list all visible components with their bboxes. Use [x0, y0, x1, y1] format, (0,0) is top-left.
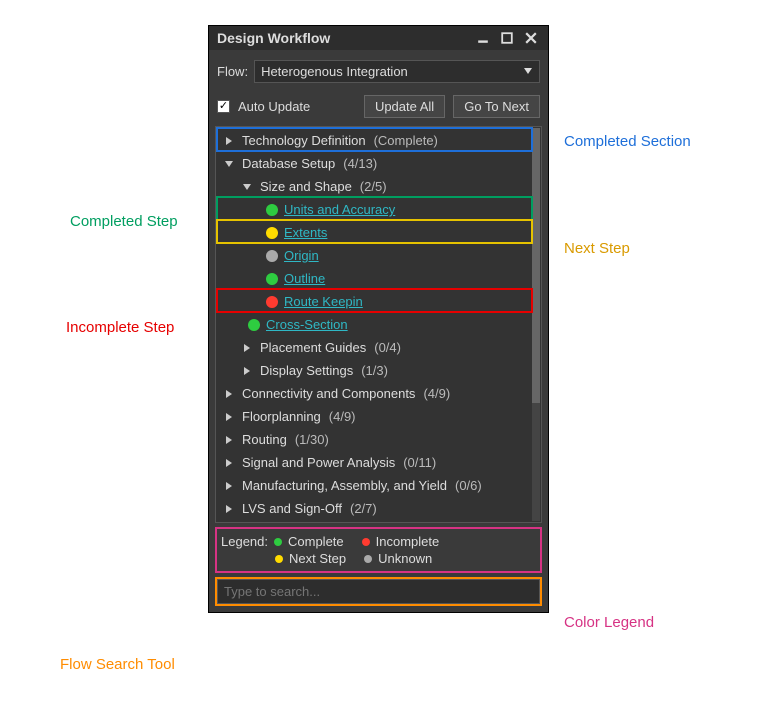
restore-button[interactable]: [498, 30, 516, 46]
tree-node-label: Routing: [242, 432, 287, 447]
callout-completed-step: Completed Step: [70, 213, 178, 230]
legend-dot-next-icon: [275, 555, 283, 563]
tree-node-count: (2/5): [360, 179, 387, 194]
expand-icon[interactable]: [240, 366, 254, 376]
tree-node-count: (4/9): [329, 409, 356, 424]
tree-node-signal-power[interactable]: Signal and Power Analysis (0/11): [218, 451, 531, 474]
tree-node-routing[interactable]: Routing (1/30): [218, 428, 531, 451]
tree-scrollbar[interactable]: [532, 128, 540, 521]
tree-node-count: (0/6): [455, 478, 482, 493]
flow-select[interactable]: Heterogenous Integration: [254, 60, 540, 83]
tree-node-label: Technology Definition: [242, 133, 366, 148]
tree-node-label: Manufacturing, Assembly, and Yield: [242, 478, 447, 493]
close-button[interactable]: [522, 30, 540, 46]
expand-icon[interactable]: [222, 504, 236, 514]
titlebar: Design Workflow: [209, 26, 548, 50]
tree-node-label: Connectivity and Components: [242, 386, 415, 401]
tree-node-floorplanning[interactable]: Floorplanning (4/9): [218, 405, 531, 428]
status-dot-incomplete-icon: [266, 296, 278, 308]
tree-node-count: (0/4): [374, 340, 401, 355]
status-dot-complete-icon: [266, 204, 278, 216]
tree-leaf-outline[interactable]: Outline: [218, 267, 531, 290]
callout-color-legend: Color Legend: [564, 614, 654, 631]
legend-dot-incomplete-icon: [362, 538, 370, 546]
tree-node-count: (0/11): [403, 455, 436, 470]
tree-leaf-label[interactable]: Cross-Section: [266, 317, 348, 332]
tree-node-status: (Complete): [374, 133, 438, 148]
tree-leaf-route-keepin[interactable]: Route Keepin: [218, 290, 531, 313]
callout-flow-search: Flow Search Tool: [60, 656, 175, 673]
collapse-icon[interactable]: [240, 182, 254, 192]
tree-node-label: Signal and Power Analysis: [242, 455, 395, 470]
tree-node-label: Floorplanning: [242, 409, 321, 424]
tree-node-lvs[interactable]: LVS and Sign-Off (2/7): [218, 497, 531, 520]
expand-icon[interactable]: [222, 481, 236, 491]
status-dot-unknown-icon: [266, 250, 278, 262]
legend-next-step: Next Step: [289, 551, 346, 566]
expand-icon[interactable]: [240, 343, 254, 353]
expand-icon[interactable]: [222, 389, 236, 399]
tree-leaf-origin[interactable]: Origin: [218, 244, 531, 267]
tree-node-count: (4/13): [343, 156, 377, 171]
controls-row: ✓ Auto Update Update All Go To Next: [209, 89, 548, 124]
tree-node-connectivity[interactable]: Connectivity and Components (4/9): [218, 382, 531, 405]
auto-update-checkbox[interactable]: ✓: [217, 100, 230, 113]
legend-unknown: Unknown: [378, 551, 432, 566]
tree-node-technology-definition[interactable]: Technology Definition (Complete): [218, 129, 531, 152]
tree-node-count: (1/30): [295, 432, 329, 447]
tree-node-label: Placement Guides: [260, 340, 366, 355]
expand-icon[interactable]: [222, 458, 236, 468]
legend-complete: Complete: [288, 534, 344, 549]
status-dot-complete-icon: [266, 273, 278, 285]
legend-dot-unknown-icon: [364, 555, 372, 563]
workflow-tree[interactable]: Technology Definition (Complete) Databas…: [215, 126, 542, 523]
tree-scrollbar-thumb[interactable]: [532, 128, 540, 403]
go-to-next-button[interactable]: Go To Next: [453, 95, 540, 118]
tree-leaf-label[interactable]: Outline: [284, 271, 325, 286]
chevron-down-icon: [523, 64, 533, 79]
tree-leaf-label[interactable]: Extents: [284, 225, 327, 240]
tree-node-count: (4/9): [423, 386, 450, 401]
tree-node-label: Display Settings: [260, 363, 353, 378]
tree-leaf-label[interactable]: Origin: [284, 248, 319, 263]
window-title: Design Workflow: [217, 30, 330, 46]
tree-leaf-extents[interactable]: Extents: [218, 221, 531, 244]
callout-incomplete-step: Incomplete Step: [66, 319, 174, 336]
tree-leaf-cross-section[interactable]: Cross-Section: [218, 313, 531, 336]
tree-leaf-units[interactable]: Units and Accuracy: [218, 198, 531, 221]
tree-node-label: Size and Shape: [260, 179, 352, 194]
legend-label: Legend:: [221, 534, 268, 549]
tree-node-display-settings[interactable]: Display Settings (1/3): [218, 359, 531, 382]
expand-icon[interactable]: [222, 136, 236, 146]
callout-completed-section: Completed Section: [564, 133, 691, 150]
tree-node-size-and-shape[interactable]: Size and Shape (2/5): [218, 175, 531, 198]
tree-node-label: LVS and Sign-Off: [242, 501, 342, 516]
flow-row: Flow: Heterogenous Integration: [209, 50, 548, 89]
auto-update-label: Auto Update: [238, 99, 310, 114]
flow-select-value: Heterogenous Integration: [261, 64, 408, 79]
flow-label: Flow:: [217, 64, 248, 79]
expand-icon[interactable]: [222, 435, 236, 445]
callout-next-step: Next Step: [564, 240, 630, 257]
legend-section: Legend: Complete Incomplete Next Step Un…: [215, 527, 542, 573]
legend-incomplete: Incomplete: [376, 534, 440, 549]
update-all-button[interactable]: Update All: [364, 95, 445, 118]
tree-node-manufacturing[interactable]: Manufacturing, Assembly, and Yield (0/6): [218, 474, 531, 497]
status-dot-next-icon: [266, 227, 278, 239]
tree-leaf-label[interactable]: Route Keepin: [284, 294, 363, 309]
legend-dot-complete-icon: [274, 538, 282, 546]
collapse-icon[interactable]: [222, 159, 236, 169]
status-dot-complete-icon: [248, 319, 260, 331]
tree-node-database-setup[interactable]: Database Setup (4/13): [218, 152, 531, 175]
tree-node-label: Database Setup: [242, 156, 335, 171]
search-input[interactable]: [217, 579, 540, 604]
tree-leaf-label[interactable]: Units and Accuracy: [284, 202, 395, 217]
design-workflow-panel: Design Workflow Flow: Heterogenous Integ…: [208, 25, 549, 613]
minimize-button[interactable]: [474, 30, 492, 46]
expand-icon[interactable]: [222, 412, 236, 422]
search-wrap: [215, 577, 542, 606]
tree-node-placement-guides[interactable]: Placement Guides (0/4): [218, 336, 531, 359]
tree-node-count: (2/7): [350, 501, 377, 516]
tree-node-count: (1/3): [361, 363, 388, 378]
